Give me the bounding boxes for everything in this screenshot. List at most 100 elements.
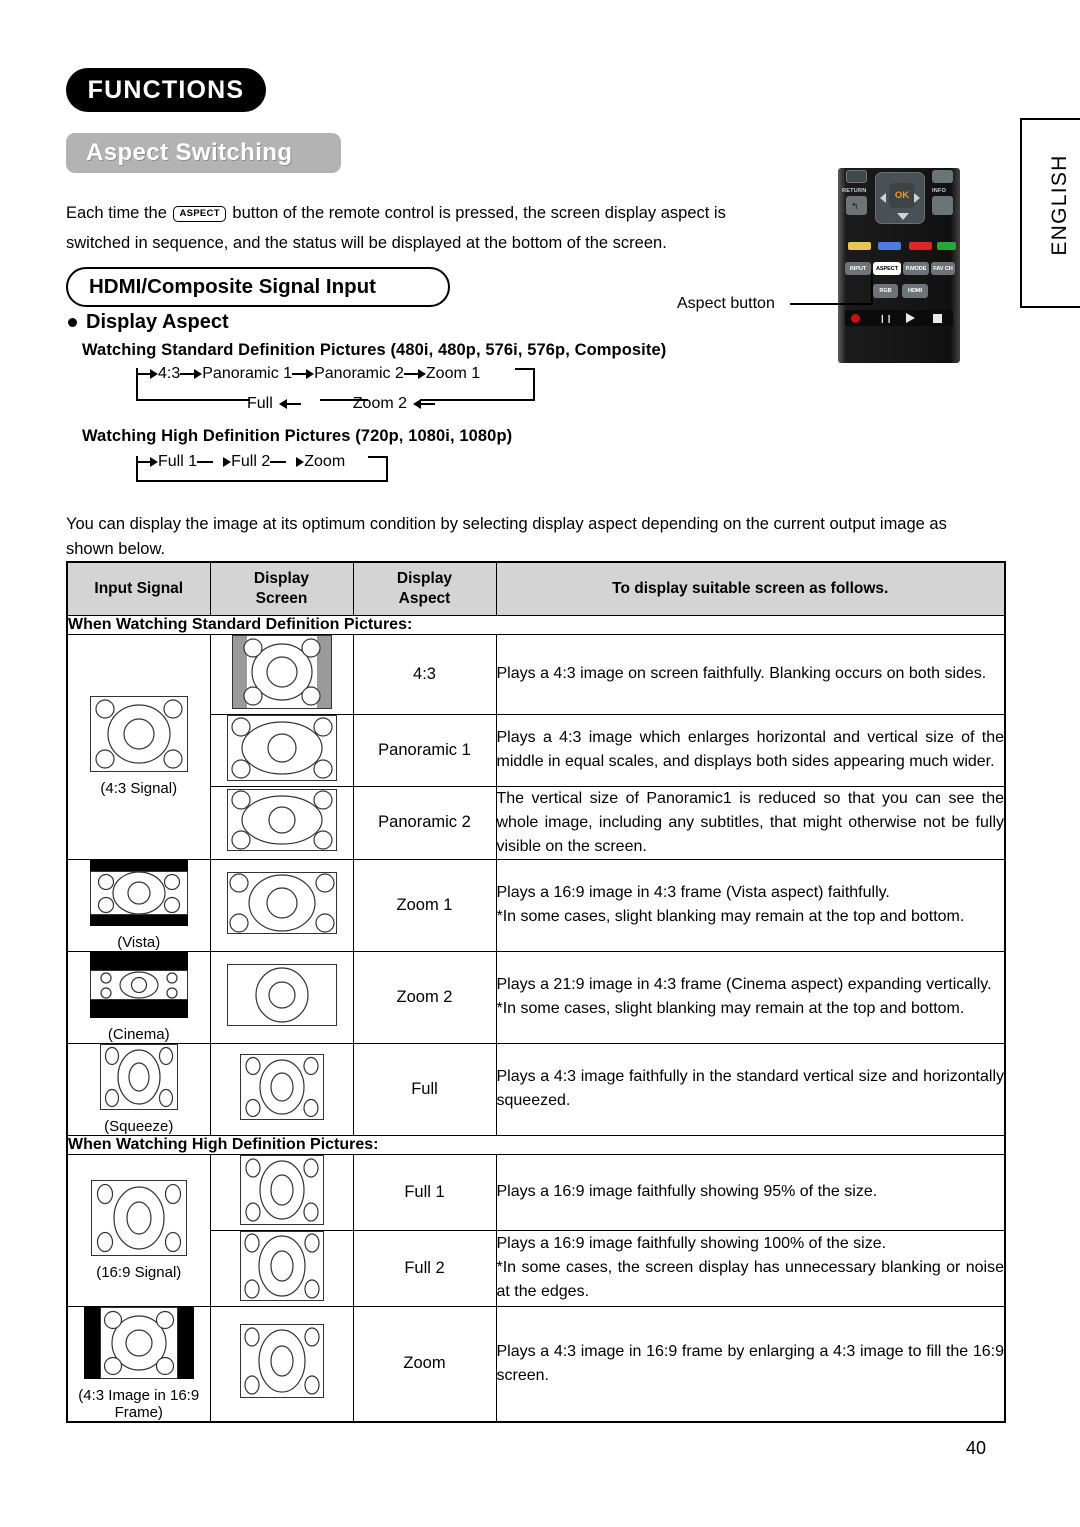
arrow-right-icon xyxy=(180,369,203,379)
display-aspect-heading: Display Aspect xyxy=(68,311,229,334)
display-aspect-43: 4:3 xyxy=(352,633,497,715)
remote-info-label: INFO xyxy=(932,188,947,194)
remote-play-icon xyxy=(906,313,915,323)
aspect-button-callout-elbow xyxy=(871,270,873,304)
description-full: Plays a 4:3 image faithfully in the stan… xyxy=(495,1042,1006,1136)
input-caption-squeeze: (Squeeze) xyxy=(104,1117,174,1135)
remote-control-illustration: RETURN ↰ OK INFO INPUT ASPECT P.MODE FAV… xyxy=(838,168,960,363)
flow-sd-item-0: 4:3 xyxy=(158,365,181,382)
arrow-right-icon xyxy=(292,369,315,379)
input-signal-cell-169: (16:9 Signal) xyxy=(66,1153,211,1307)
display-screen-cell-pan2 xyxy=(209,785,354,860)
display-screen-cell-zoom1 xyxy=(209,858,354,952)
pic-screen-full xyxy=(239,1053,324,1120)
description-43: Plays a 4:3 image on screen faithfully. … xyxy=(495,633,1006,715)
flow-connector-line xyxy=(136,399,250,401)
remote-left-arrow-icon xyxy=(880,193,886,203)
display-screen-cell-43 xyxy=(209,633,354,715)
input-caption-43: (4:3 Signal) xyxy=(100,780,178,797)
description-zoom2: Plays a 21:9 image in 4:3 frame (Cinema … xyxy=(495,950,1006,1044)
flow-sd-item-1: Panoramic 1 xyxy=(202,365,293,382)
intro-paragraph: Each time the ASPECT button of the remot… xyxy=(66,198,781,258)
remote-record-icon xyxy=(851,314,860,323)
aspect-button-callout-label: Aspect button xyxy=(677,295,775,312)
display-aspect-label: Display Aspect xyxy=(86,311,229,333)
pic-43-signal xyxy=(89,696,188,772)
arrow-right-icon xyxy=(136,369,158,379)
page-title: Aspect Switching xyxy=(66,133,341,173)
pic-screen-full2 xyxy=(239,1230,324,1301)
pic-screen-43 xyxy=(231,634,332,709)
remote-stop-icon xyxy=(933,314,942,323)
remote-color-key-green xyxy=(937,242,956,250)
description-zoom1-line2: *In some cases, slight blanking may rema… xyxy=(496,908,965,925)
flow-connector-line xyxy=(320,399,368,401)
description-full2: Plays a 16:9 image faithfully showing 10… xyxy=(495,1229,1006,1307)
display-aspect-zoom2: Zoom 2 xyxy=(352,950,497,1044)
section-label-sd: When Watching Standard Definition Pictur… xyxy=(66,614,1006,635)
remote-return-label: RETURN xyxy=(842,188,867,194)
aspect-key-glyph: ASPECT xyxy=(173,206,226,222)
input-signal-cell-vista: (Vista) xyxy=(66,858,211,952)
arrow-right-icon xyxy=(197,457,232,467)
page-number: 40 xyxy=(966,1438,987,1458)
pic-screen-zoom1 xyxy=(226,871,337,934)
display-screen-cell-zoomhd xyxy=(209,1305,354,1422)
display-screen-cell-zoom2 xyxy=(209,950,354,1044)
flow-hd-item-2: Zoom xyxy=(304,453,346,470)
remote-down-arrow-icon xyxy=(897,213,909,220)
arrow-left-icon xyxy=(278,399,301,409)
description-full2-line2: *In some cases, the screen display has u… xyxy=(496,1259,1005,1300)
arrow-right-icon xyxy=(403,369,426,379)
input-caption-cinema: (Cinema) xyxy=(107,1025,170,1043)
input-signal-cell-43: (4:3 Signal) xyxy=(66,633,211,860)
input-caption-43in169: (4:3 Image in 16:9 Frame) xyxy=(78,1386,200,1421)
remote-color-key-blue xyxy=(878,242,901,250)
input-signal-cell-cinema: (Cinema) xyxy=(66,950,211,1044)
remote-color-key-red xyxy=(909,242,932,250)
remote-right-arrow-icon xyxy=(914,193,920,203)
remote-key-hdmi: HDMI xyxy=(902,284,928,298)
aspect-table: Input Signal Display Screen Display Aspect… xyxy=(66,561,1006,1423)
display-aspect-full1: Full 1 xyxy=(352,1153,497,1231)
display-aspect-zoom1: Zoom 1 xyxy=(352,858,497,952)
table-header-row: Input Signal Display Screen Display Aspect… xyxy=(66,561,1006,616)
hd-aspect-flow-diagram: Full 1 Full 2 Zoom xyxy=(120,450,420,492)
flow-sd-bottom-0: Full xyxy=(247,395,273,412)
remote-key-rgb: RGB xyxy=(873,284,898,298)
description-zoom2-line1: Plays a 21:9 image in 4:3 frame (Cinema … xyxy=(496,976,992,993)
remote-key-aspect: ASPECT xyxy=(873,262,901,275)
remote-key-favch: FAV CH xyxy=(931,262,955,275)
flow-connector-line xyxy=(136,480,388,482)
arrow-right-icon xyxy=(270,457,305,467)
high-definition-heading: Watching High Definition Pictures (720p,… xyxy=(82,427,513,445)
hdmi-composite-signal-input-heading: HDMI/Composite Signal Input xyxy=(66,267,450,307)
pic-43-in-169-signal xyxy=(83,1306,194,1379)
remote-key-input: INPUT xyxy=(845,262,871,275)
pic-169-signal xyxy=(90,1179,187,1256)
column-header-input-signal: Input Signal xyxy=(66,561,211,616)
remote-return-arrow-icon: ↰ xyxy=(851,201,859,211)
body-paragraph: You can display the image at its optimum… xyxy=(66,515,947,558)
description-zoomhd: Plays a 4:3 image in 16:9 frame by enlar… xyxy=(495,1305,1006,1422)
pic-cinema-signal xyxy=(89,951,188,1018)
functions-section-badge: FUNCTIONS xyxy=(66,68,266,112)
table-row: (Cinema) Zoom 2 Plays a 21:9 image in 4:… xyxy=(66,950,1006,1044)
remote-key-pmode: P.MODE xyxy=(903,262,929,275)
language-label: ENGLISH xyxy=(1048,154,1071,256)
flow-hd-item-1: Full 2 xyxy=(231,453,271,470)
input-signal-cell-43in169: (4:3 Image in 16:9 Frame) xyxy=(66,1305,211,1422)
pic-squeeze-signal xyxy=(99,1043,178,1110)
display-screen-cell-pan1 xyxy=(209,713,354,787)
flow-connector-line xyxy=(533,368,535,401)
intro-text-before: Each time the xyxy=(66,204,167,222)
remote-ok-button: OK xyxy=(889,183,915,208)
remote-dpad: OK xyxy=(875,172,925,224)
standard-definition-heading: Watching Standard Definition Pictures (4… xyxy=(82,341,667,359)
display-aspect-full2: Full 2 xyxy=(352,1229,497,1307)
flow-connector-line xyxy=(386,456,388,482)
remote-color-key-yellow xyxy=(848,242,871,250)
table-section-standard-definition: When Watching Standard Definition Pictur… xyxy=(66,614,1006,635)
flow-connector-line xyxy=(368,456,388,458)
flow-connector-line xyxy=(136,456,138,482)
